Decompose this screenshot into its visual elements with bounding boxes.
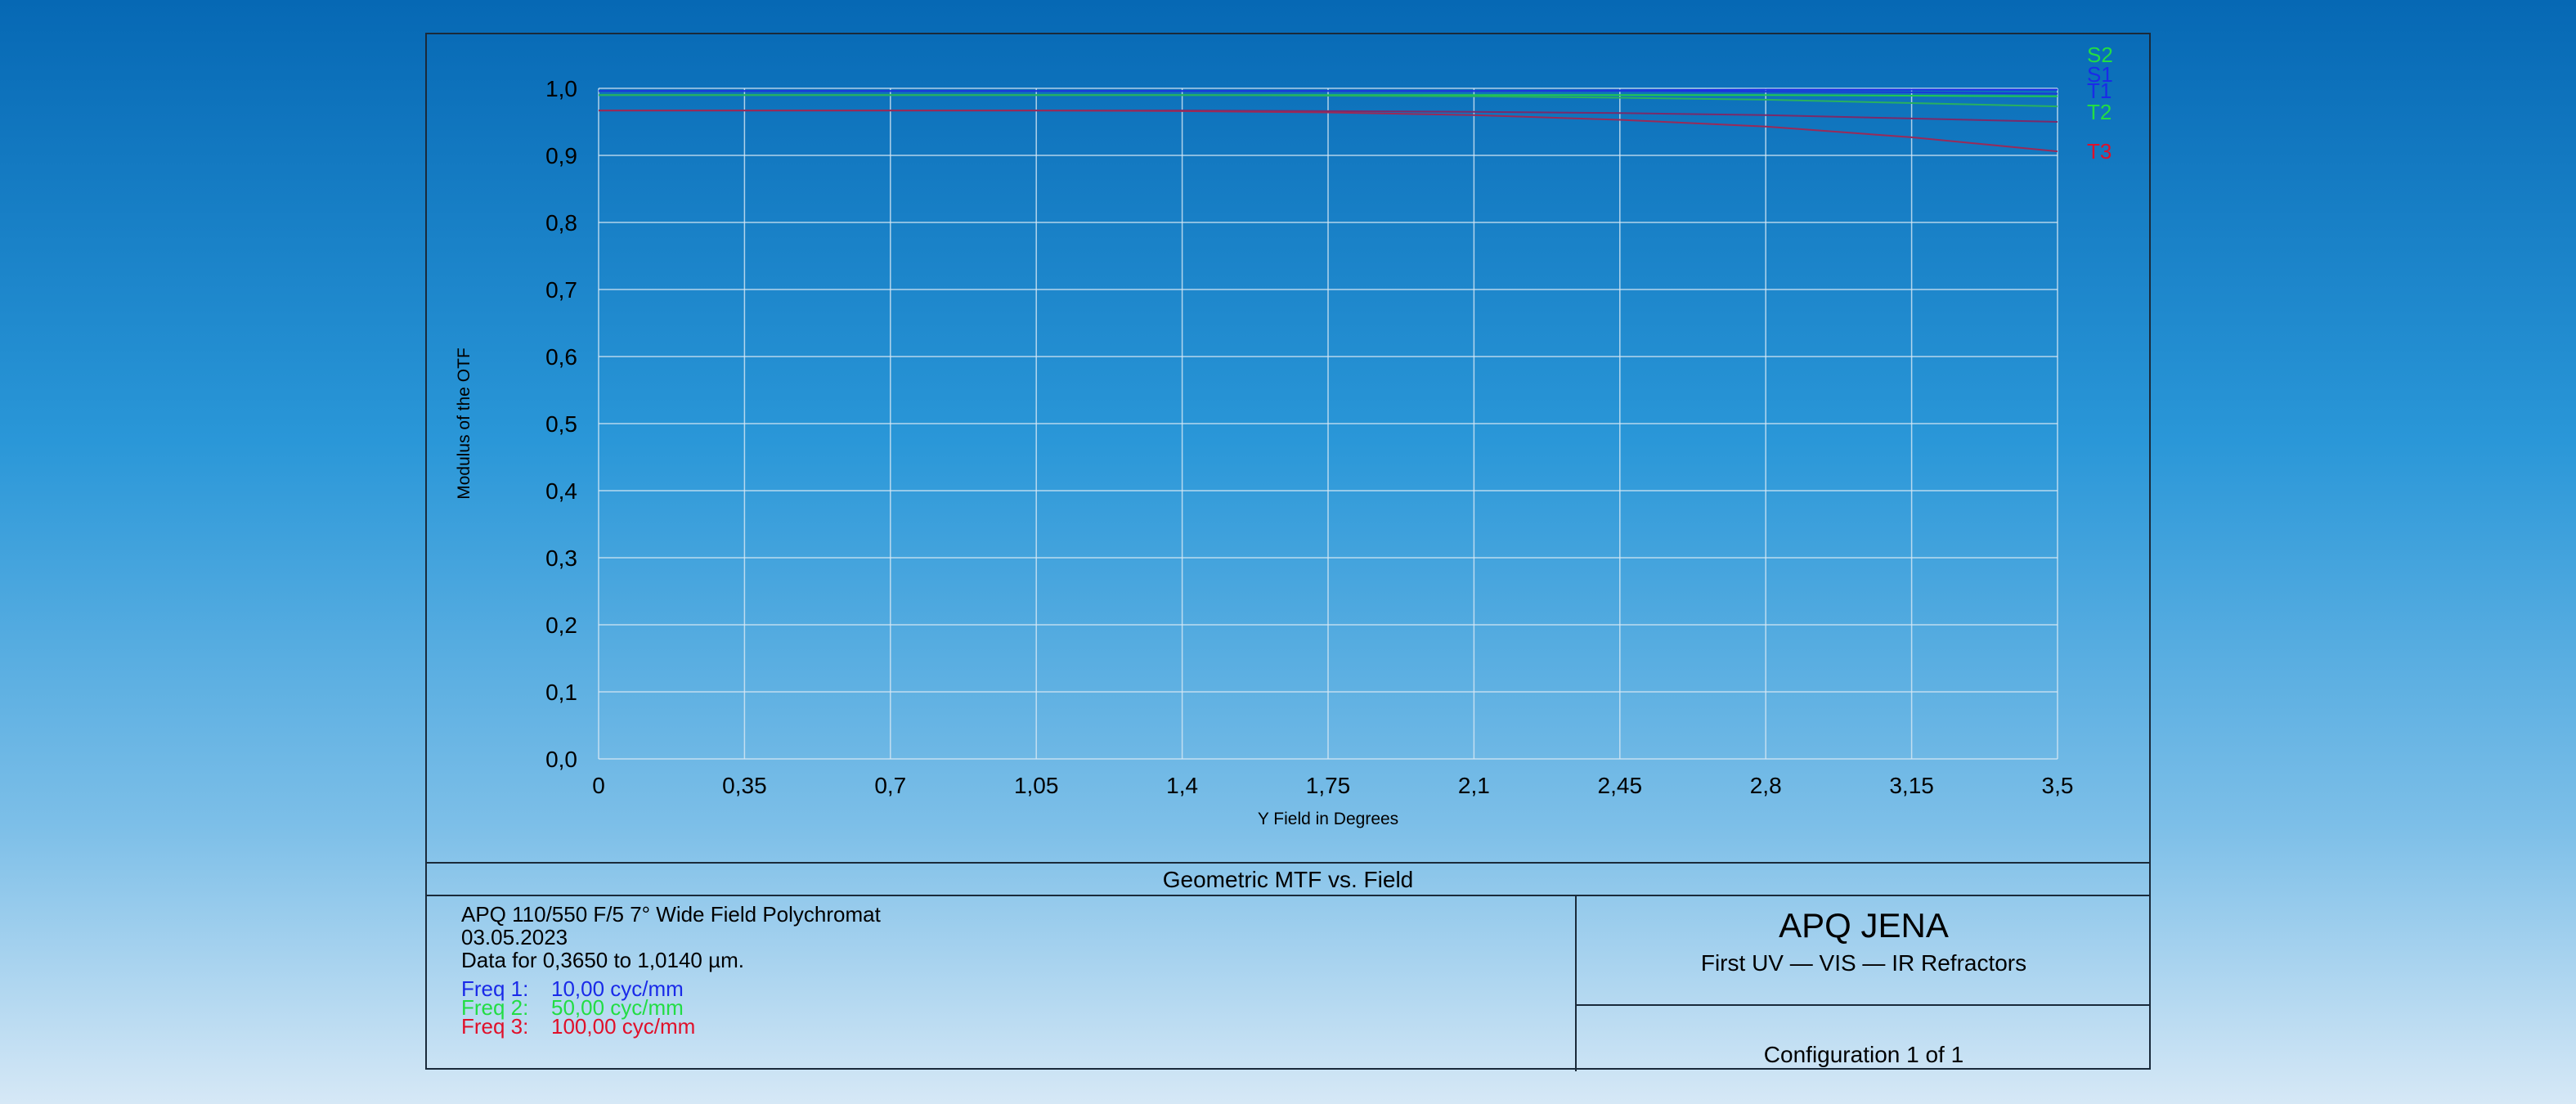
x-tick-label: 3,15 xyxy=(1889,773,1934,798)
configuration-text: Configuration 1 of 1 xyxy=(1763,1042,1964,1067)
mtf-chart: 0 0,35 0,7 1,05 1,4 1,75 2,1 2,45 2,8 3,15 3,5 0,0… xyxy=(455,43,2113,828)
y-tick-label: 0,1 xyxy=(545,680,577,705)
y-tick-label: 0,4 xyxy=(545,478,577,504)
brand-subtitle: First UV — VIS — IR Refractors xyxy=(1700,950,2027,976)
y-tick-label: 0,7 xyxy=(545,277,577,303)
info-date: 03.05.2023 xyxy=(461,925,568,949)
series-legend: S2S1T1T2T3 xyxy=(2087,43,2113,164)
freq-3-value: 100,00 cyc/mm xyxy=(551,1014,696,1039)
x-tick-label: 0,35 xyxy=(722,773,767,798)
legend-label-t3: T3 xyxy=(2087,139,2112,164)
grid xyxy=(598,88,2058,760)
freq-3-label: Freq 3: xyxy=(461,1014,529,1039)
chart-title: Geometric MTF vs. Field xyxy=(1162,867,1414,892)
y-axis-label: Modulus of the OTF xyxy=(455,348,473,500)
x-tick-label: 2,8 xyxy=(1750,773,1782,798)
y-tick-label: 1,0 xyxy=(545,76,577,101)
legend-label-t2: T2 xyxy=(2087,100,2112,124)
x-tick-label: 1,4 xyxy=(1166,773,1198,798)
y-tick-label: 0,8 xyxy=(545,210,577,236)
x-tick-label: 3,5 xyxy=(2042,773,2074,798)
y-tick-label: 0,2 xyxy=(545,613,577,638)
info-system-name: APQ 110/550 F/5 7° Wide Field Polychroma… xyxy=(461,902,881,927)
x-tick-label: 2,1 xyxy=(1458,773,1490,798)
x-tick-label: 0 xyxy=(592,773,605,798)
frequency-list: Freq 1: 10,00 cyc/mm Freq 2: 50,00 cyc/mm … xyxy=(461,978,696,1039)
x-tick-labels: 0 0,35 0,7 1,05 1,4 1,75 2,1 2,45 2,8 3,15 3,5 xyxy=(592,773,2073,798)
info-block: APQ 110/550 F/5 7° Wide Field Polychroma… xyxy=(461,903,881,972)
plot-frame: 0 0,35 0,7 1,05 1,4 1,75 2,1 2,45 2,8 3,15 3,5 0,0… xyxy=(425,33,2151,1071)
x-axis-label: Y Field in Degrees xyxy=(1258,810,1398,828)
info-wavelength-range: Data for 0,3650 to 1,0140 µm. xyxy=(461,948,744,972)
x-tick-label: 1,05 xyxy=(1014,773,1059,798)
x-tick-label: 1,75 xyxy=(1306,773,1351,798)
x-tick-label: 2,45 xyxy=(1598,773,1643,798)
freq-3: Freq 3: 100,00 cyc/mm xyxy=(461,1014,696,1039)
brand-box: APQ JENA First UV — VIS — IR Refractors xyxy=(1577,896,2151,1006)
configuration-label: Configuration 1 of 1 xyxy=(1577,1006,2151,1070)
brand-title: APQ JENA xyxy=(1779,906,1949,945)
y-tick-label: 0,9 xyxy=(545,143,577,168)
y-tick-labels: 0,0 0,1 0,2 0,3 0,4 0,5 0,6 0,7 0,8 0,9 1,0 xyxy=(545,76,577,772)
y-tick-label: 0,3 xyxy=(545,545,577,571)
y-tick-label: 0,0 xyxy=(545,747,577,772)
y-tick-label: 0,6 xyxy=(545,344,577,370)
x-tick-label: 0,7 xyxy=(874,773,906,798)
y-tick-label: 0,5 xyxy=(545,411,577,437)
